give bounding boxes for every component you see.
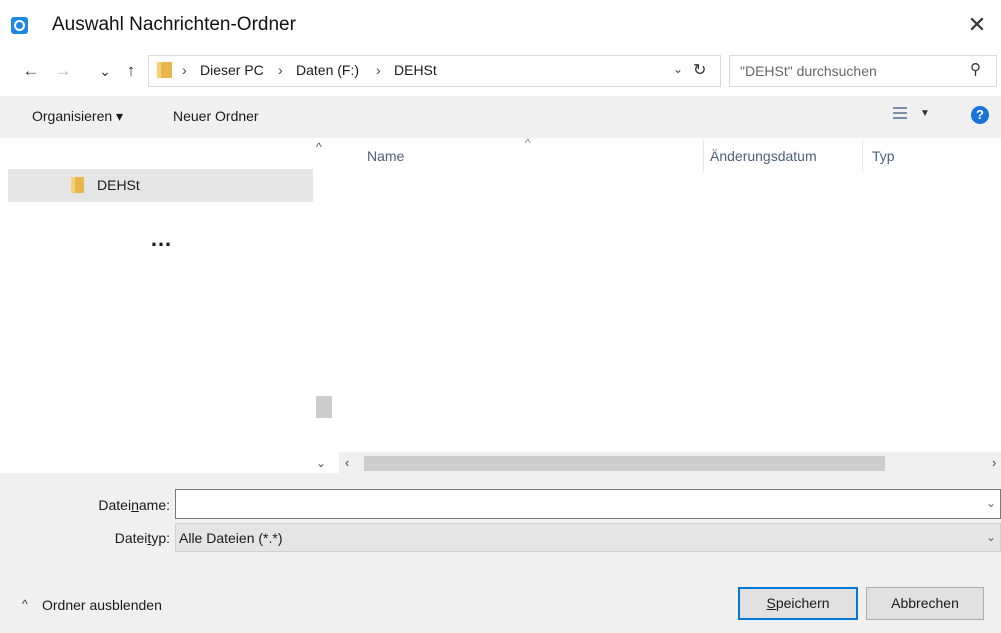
scroll-right-icon[interactable]: › (992, 455, 996, 470)
scroll-left-icon[interactable]: ‹ (345, 455, 349, 470)
refresh-icon[interactable]: ↻ (693, 60, 706, 80)
breadcrumb-this-pc[interactable]: Dieser PC (200, 62, 264, 78)
recent-locations-chevron-icon[interactable]: ⌄ (94, 54, 116, 88)
folder-icon (157, 62, 172, 78)
folder-icon (71, 177, 84, 193)
filename-label-part: Datei (98, 497, 132, 513)
window-title: Auswahl Nachrichten-Ordner (52, 14, 296, 35)
file-list[interactable] (339, 138, 1001, 473)
save-accesskey: S (766, 595, 776, 611)
filename-label-part: ame: (138, 497, 170, 513)
forward-arrow-icon[interactable]: → (52, 54, 74, 88)
save-label: peichern (775, 595, 830, 611)
filetype-label-part: Datei (114, 530, 148, 546)
column-divider[interactable] (862, 140, 863, 172)
search-input[interactable]: "DEHSt" durchsuchen (740, 63, 877, 79)
filetype-value: Alle Dateien (*.*) (179, 530, 283, 546)
filetype-select[interactable] (175, 523, 1001, 552)
breadcrumb-separator: › (182, 62, 187, 78)
filename-label-accesskey: n (131, 497, 139, 513)
up-arrow-icon[interactable]: ↑ (120, 54, 142, 88)
organize-menu-button[interactable]: Organisieren ▾ (32, 108, 123, 125)
scroll-up-icon[interactable]: ^ (316, 140, 322, 154)
scroll-down-icon[interactable]: ⌄ (316, 456, 326, 470)
back-arrow-icon[interactable]: ← (20, 54, 42, 88)
filetype-label: Dateityp: (60, 530, 170, 546)
hide-folders-button[interactable]: Ordner ausblenden (42, 597, 162, 613)
breadcrumb-drive-f[interactable]: Daten (F:) (296, 62, 359, 78)
sort-ascending-icon: ^ (525, 136, 531, 150)
chevron-up-icon[interactable]: ^ (22, 597, 28, 611)
nav-item-label: DEHSt (97, 177, 140, 193)
cancel-button[interactable]: Abbrechen (866, 587, 984, 620)
address-dropdown-icon[interactable]: ⌄ (673, 62, 683, 76)
scrollbar-thumb[interactable] (316, 396, 332, 418)
help-icon[interactable]: ? (971, 106, 989, 124)
column-header-modified[interactable]: Änderungsdatum (710, 148, 817, 164)
column-header-name[interactable]: Name (367, 148, 404, 164)
column-divider[interactable] (703, 140, 704, 172)
app-logo-icon (11, 17, 28, 34)
search-icon[interactable]: ⚲ (970, 60, 981, 78)
breadcrumb-separator: › (278, 62, 283, 78)
view-options-icon[interactable] (893, 106, 907, 120)
nav-item-dehst[interactable] (8, 169, 313, 202)
view-dropdown-icon[interactable]: ▼ (920, 108, 930, 119)
close-icon[interactable]: ✕ (958, 6, 996, 44)
command-toolbar (0, 96, 1001, 138)
save-button[interactable]: Speichern (738, 587, 858, 620)
column-header-type[interactable]: Typ (872, 148, 895, 164)
filename-input[interactable] (175, 489, 1001, 519)
filetype-dropdown-icon[interactable]: ⌄ (986, 530, 996, 544)
breadcrumb-dehst[interactable]: DEHSt (394, 62, 437, 78)
filename-dropdown-icon[interactable]: ⌄ (986, 496, 996, 510)
filetype-label-part: yp: (151, 530, 170, 546)
filename-label: Dateiname: (60, 497, 170, 513)
new-folder-button[interactable]: Neuer Ordner (173, 108, 259, 124)
breadcrumb-separator: › (376, 62, 381, 78)
scrollbar-thumb[interactable] (364, 456, 885, 471)
ellipsis: … (150, 226, 173, 251)
nav-vertical-scrollbar[interactable] (314, 138, 333, 473)
